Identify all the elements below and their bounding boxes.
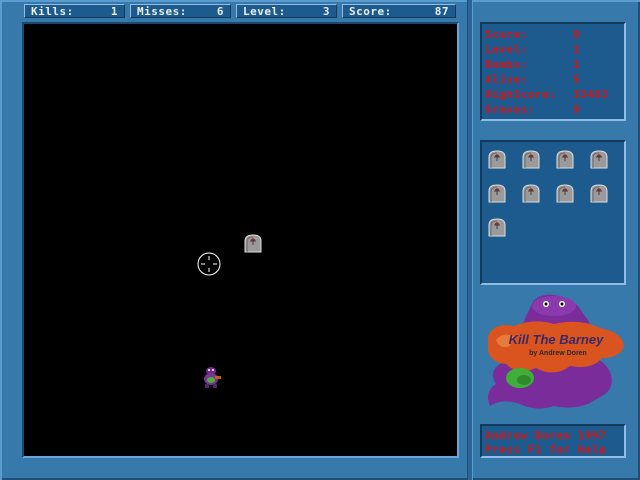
info-label: Level: — [485, 43, 528, 56]
logo-title: Kill The Barney — [509, 332, 604, 347]
misses-stat: Misses: 6 — [130, 4, 231, 18]
info-row-graves: Graves: 9 — [482, 103, 624, 118]
credits-author: Andrew Doren 1997 — [485, 429, 607, 442]
tombstone-icon — [486, 216, 508, 238]
tombstone-icon — [244, 234, 262, 253]
tombstone-icon — [520, 182, 542, 204]
playfield[interactable] — [22, 22, 459, 458]
kills-stat: Kills: 1 — [24, 4, 125, 18]
info-row-score: Score: 0 — [482, 28, 624, 43]
info-value: 5 — [573, 73, 581, 86]
barney-sprite[interactable] — [200, 365, 222, 389]
info-row-bombs: Bombs: 1 — [482, 58, 624, 73]
misses-value: 6 — [216, 5, 224, 18]
level-value: 3 — [322, 5, 330, 18]
info-value: 1 — [573, 58, 581, 71]
crosshair-icon[interactable] — [197, 252, 221, 276]
info-value: 1 — [573, 43, 581, 56]
tombstone-icon — [520, 148, 542, 170]
graves-panel — [480, 140, 626, 285]
info-label: HighScore: — [485, 88, 557, 101]
tombstone-icon — [554, 182, 576, 204]
panel-divider — [467, 0, 473, 480]
info-label: Bombs: — [485, 58, 528, 71]
info-label: Score: — [485, 28, 528, 41]
info-value: 9 — [573, 103, 581, 116]
score-label: Score: — [349, 5, 392, 18]
info-value: 0 — [573, 28, 581, 41]
info-label: Graves: — [485, 103, 535, 116]
level-stat: Level: 3 — [236, 4, 337, 18]
score-value: 87 — [434, 5, 449, 18]
tombstone-icon — [486, 182, 508, 204]
score-stat: Score: 87 — [342, 4, 456, 18]
kills-label: Kills: — [31, 5, 74, 18]
tombstone-icon — [588, 148, 610, 170]
credits-help: Press F1 for Help — [485, 443, 607, 456]
credits-panel: Andrew Doren 1997 Press F1 for Help — [480, 424, 626, 458]
level-label: Level: — [243, 5, 286, 18]
info-row-highscore: HighScore: 33483 — [482, 88, 624, 103]
info-row-level: Level: 1 — [482, 43, 624, 58]
info-value: 33483 — [573, 88, 609, 101]
tombstone-icon — [588, 182, 610, 204]
misses-label: Misses: — [137, 5, 187, 18]
logo-byline: by Andrew Doren — [529, 350, 587, 357]
info-panel: Score: 0 Level: 1 Bombs: 1 Alive: 5 High… — [480, 22, 626, 121]
tombstone-icon — [554, 148, 576, 170]
kills-value: 1 — [110, 5, 118, 18]
info-label: Alive: — [485, 73, 528, 86]
kill-the-barney-logo: Kill The Barney by Andrew Doren — [488, 294, 624, 409]
info-row-alive: Alive: 5 — [482, 73, 624, 88]
tombstone-icon — [486, 148, 508, 170]
